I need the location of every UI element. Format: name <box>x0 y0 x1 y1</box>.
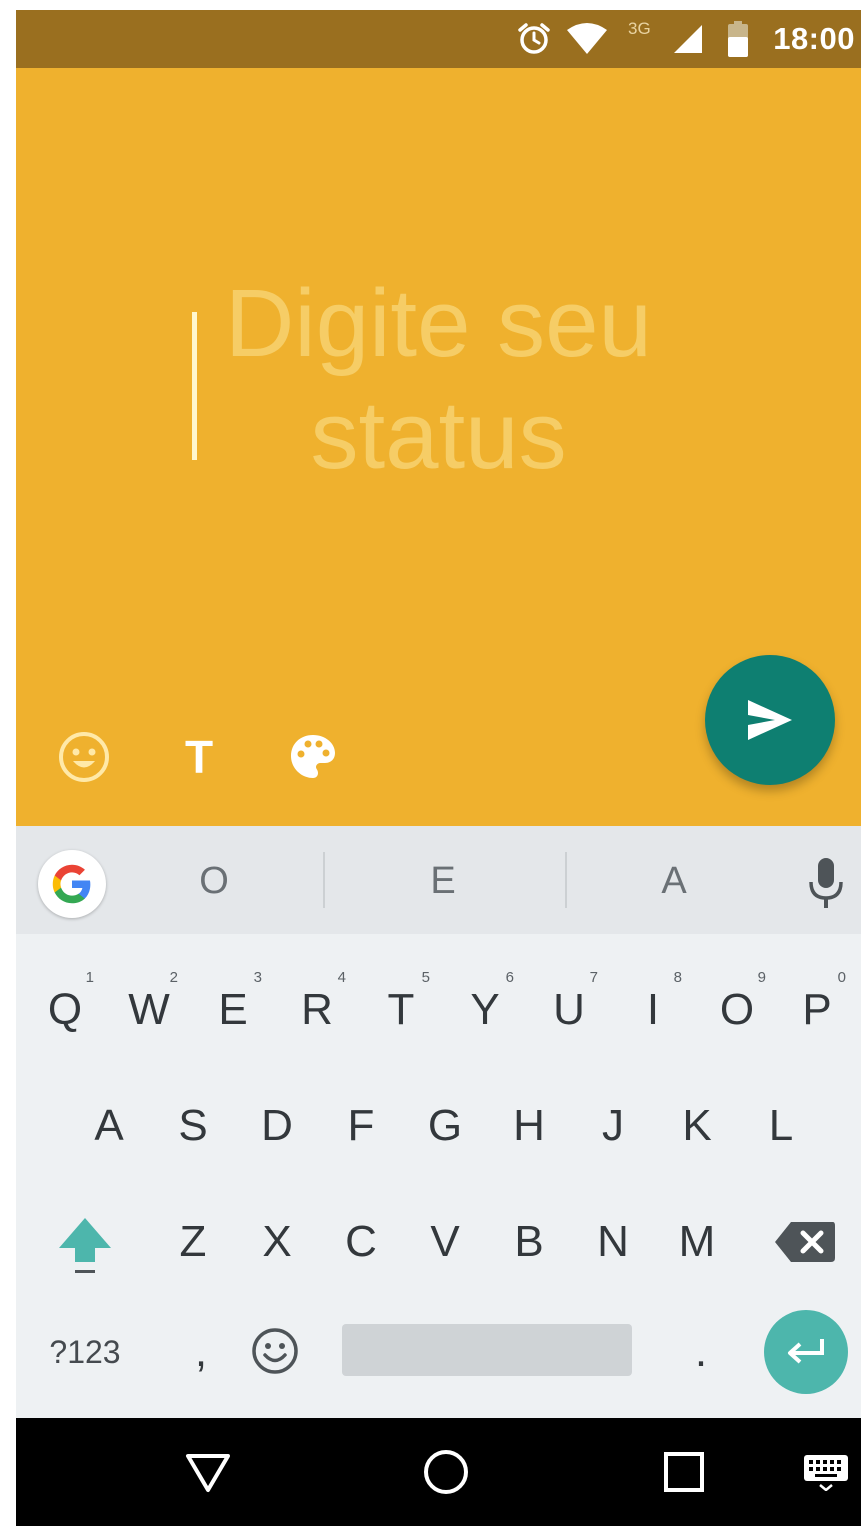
backspace-icon <box>775 1222 835 1262</box>
key-p[interactable]: P0 <box>780 969 854 1050</box>
battery-icon <box>728 10 748 68</box>
send-icon <box>748 700 792 740</box>
key-j[interactable]: J <box>576 1086 650 1166</box>
symbols-key[interactable]: ?123 <box>40 1312 130 1392</box>
text-style-button[interactable]: T <box>170 728 228 786</box>
key-t[interactable]: T5 <box>364 969 438 1050</box>
placeholder-line-1: Digite seu <box>225 270 652 377</box>
clock: 18:00 <box>773 21 855 56</box>
emoji-key[interactable] <box>238 1312 312 1392</box>
backspace-key[interactable] <box>768 1202 842 1282</box>
key-y[interactable]: Y6 <box>448 969 522 1050</box>
key-n[interactable]: N <box>576 1202 650 1282</box>
shift-icon <box>59 1218 111 1273</box>
home-icon[interactable] <box>416 1442 476 1502</box>
key-h[interactable]: H <box>492 1086 566 1166</box>
alarm-icon <box>516 10 552 68</box>
key-hint: 1 <box>85 969 94 986</box>
key-m[interactable]: M <box>660 1202 734 1282</box>
key-w[interactable]: W2 <box>112 969 186 1050</box>
key-l[interactable]: L <box>744 1086 818 1166</box>
key-e[interactable]: E3 <box>196 969 270 1050</box>
palette-icon[interactable] <box>284 728 342 786</box>
key-u[interactable]: U7 <box>532 969 606 1050</box>
enter-icon <box>788 1339 824 1364</box>
key-hint: 6 <box>505 969 514 986</box>
key-d[interactable]: D <box>240 1086 314 1166</box>
google-logo-icon[interactable] <box>38 850 106 918</box>
key-label: T <box>387 985 415 1034</box>
enter-key[interactable] <box>764 1310 848 1394</box>
suggestion-2[interactable]: E <box>383 846 503 916</box>
suggestion-divider <box>565 852 567 908</box>
key-hint: 7 <box>589 969 598 986</box>
key-o[interactable]: O9 <box>700 969 774 1050</box>
key-b[interactable]: B <box>492 1202 566 1282</box>
key-label: O <box>719 985 755 1034</box>
key-hint: 3 <box>253 969 262 986</box>
navigation-bar <box>16 1418 861 1526</box>
key-label: Y <box>470 985 500 1034</box>
placeholder-line-2: status <box>310 382 567 489</box>
key-label: P <box>802 985 832 1034</box>
key-s[interactable]: S <box>156 1086 230 1166</box>
space-key[interactable] <box>342 1324 632 1376</box>
key-label: Q <box>47 985 83 1034</box>
suggestion-divider <box>323 852 325 908</box>
key-c[interactable]: C <box>324 1202 398 1282</box>
key-q[interactable]: Q1 <box>28 969 102 1050</box>
key-hint: 0 <box>837 969 846 986</box>
key-r[interactable]: R4 <box>280 969 354 1050</box>
emoji-icon <box>252 1328 298 1374</box>
network-type-label: 3G <box>628 19 651 38</box>
key-z[interactable]: Z <box>156 1202 230 1282</box>
back-icon[interactable] <box>178 1442 238 1502</box>
send-button[interactable] <box>705 655 835 785</box>
key-label: E <box>218 985 248 1034</box>
comma-key[interactable]: , <box>164 1312 238 1392</box>
key-v[interactable]: V <box>408 1202 482 1282</box>
microphone-icon[interactable] <box>806 856 846 912</box>
wifi-icon <box>566 10 608 68</box>
key-label: R <box>301 985 333 1034</box>
key-x[interactable]: X <box>240 1202 314 1282</box>
status-composer: Digite seu status T <box>16 68 861 826</box>
recents-icon[interactable] <box>654 1442 714 1502</box>
text-cursor <box>192 312 197 460</box>
keyboard-switch-icon[interactable] <box>796 1442 856 1502</box>
suggestion-1[interactable]: O <box>154 846 274 916</box>
period-key[interactable]: . <box>664 1312 738 1392</box>
suggestion-3[interactable]: A <box>614 846 734 916</box>
key-hint: 4 <box>337 969 346 986</box>
key-label: I <box>646 985 660 1034</box>
key-k[interactable]: K <box>660 1086 734 1166</box>
soft-keyboard: O E A Q1 W2 E3 R4 T5 Y6 U7 I8 O9 P0 A S … <box>16 826 861 1418</box>
cell-signal-icon <box>672 10 704 68</box>
key-f[interactable]: F <box>324 1086 398 1166</box>
key-label: W <box>128 985 170 1034</box>
key-a[interactable]: A <box>72 1086 146 1166</box>
status-text-input[interactable]: Digite seu status <box>16 268 861 492</box>
status-bar: 3G 18:00 <box>16 10 861 68</box>
phone-screen: 3G 18:00 Digite seu status T O E A Q 1 W… <box>16 10 861 1526</box>
shift-key[interactable] <box>48 1202 122 1282</box>
key-hint: 9 <box>757 969 766 986</box>
key-g[interactable]: G <box>408 1086 482 1166</box>
suggestion-strip: O E A <box>16 826 861 934</box>
key-label: U <box>553 985 585 1034</box>
key-hint: 5 <box>421 969 430 986</box>
key-i[interactable]: I8 <box>616 969 690 1050</box>
key-hint: 2 <box>169 969 178 986</box>
key-hint: 8 <box>673 969 682 986</box>
emoji-icon[interactable] <box>55 728 113 786</box>
